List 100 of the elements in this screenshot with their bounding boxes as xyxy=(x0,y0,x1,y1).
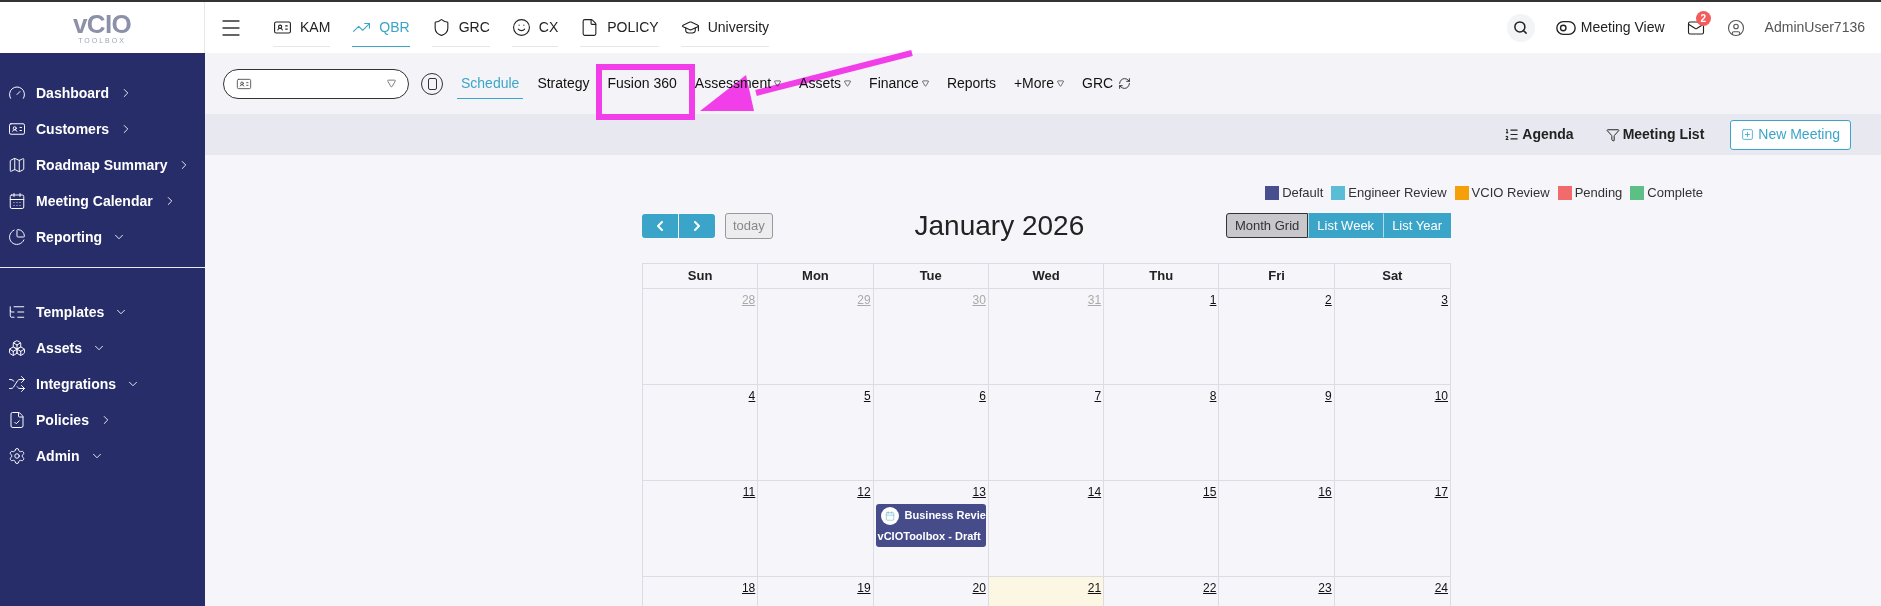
day-cell[interactable]: 24 xyxy=(1334,576,1450,606)
day-cell[interactable]: 7 xyxy=(988,384,1105,480)
view-button[interactable]: Month Grid xyxy=(1225,213,1309,238)
day-cell[interactable]: 17 xyxy=(1334,480,1450,576)
day-number[interactable]: 9 xyxy=(1325,386,1332,405)
map-icon xyxy=(8,156,26,174)
day-number[interactable]: 5 xyxy=(863,386,871,405)
day-cell[interactable]: 3 xyxy=(1334,288,1450,384)
previous-button[interactable] xyxy=(642,213,678,238)
meeting-view-toggle[interactable]: Meeting View xyxy=(1554,16,1665,39)
section-tab[interactable]: GRC xyxy=(1078,68,1136,99)
sidebar-item[interactable]: Reporting xyxy=(0,219,205,255)
section-tab[interactable]: Fusion 360 xyxy=(603,68,681,99)
day-cell[interactable]: 20 xyxy=(873,576,989,606)
section-tab[interactable]: Finance xyxy=(865,68,933,99)
section-tab[interactable]: Strategy xyxy=(533,68,594,99)
sidebar-item[interactable]: Roadmap Summary xyxy=(0,147,205,183)
day-number[interactable]: 13 xyxy=(972,482,986,501)
sidebar-item[interactable]: Customers xyxy=(0,111,205,147)
day-cell[interactable]: 13 Business Revie vCIOToolbox - Draft xyxy=(873,480,989,576)
day-cell[interactable]: 22 xyxy=(1104,576,1220,606)
day-cell[interactable]: 2 xyxy=(1219,288,1335,384)
sidebar-item[interactable]: Admin xyxy=(0,438,205,474)
day-cell[interactable]: 18 xyxy=(643,576,759,606)
sidebar-item[interactable]: Meeting Calendar xyxy=(0,183,205,219)
day-number[interactable]: 8 xyxy=(1209,386,1217,405)
caret-icon xyxy=(844,80,852,87)
day-number[interactable]: 1 xyxy=(1209,290,1217,309)
day-cell[interactable]: 16 xyxy=(1219,480,1335,576)
day-number[interactable]: 14 xyxy=(1087,482,1102,501)
legend-label: Default xyxy=(1282,184,1324,202)
weekday-header: Sat xyxy=(1381,266,1404,285)
day-number[interactable]: 15 xyxy=(1203,482,1217,501)
day-cell[interactable]: 4 xyxy=(643,384,759,480)
pie-chart-icon xyxy=(8,228,26,246)
sidebar-label: Assets xyxy=(36,338,82,358)
agenda-link[interactable]: Agenda xyxy=(1498,124,1580,145)
user-name[interactable]: AdminUser7136 xyxy=(1764,17,1865,38)
section-tab[interactable]: Assets xyxy=(795,68,856,99)
day-number[interactable]: 19 xyxy=(857,578,871,597)
filter-icon xyxy=(1605,127,1620,142)
next-button[interactable] xyxy=(679,213,715,238)
day-number[interactable]: 2 xyxy=(1325,290,1332,309)
meeting-list-link[interactable]: Meeting List xyxy=(1599,124,1711,145)
numbered-list-icon xyxy=(1504,127,1520,142)
day-cell[interactable]: 5 xyxy=(758,384,874,480)
day-cell[interactable]: 11 xyxy=(643,480,759,576)
day-cell[interactable]: 10 xyxy=(1334,384,1450,480)
day-number[interactable]: 4 xyxy=(748,386,756,405)
day-number[interactable]: 3 xyxy=(1441,290,1448,309)
day-cell[interactable]: 8 xyxy=(1104,384,1220,480)
day-number[interactable]: 17 xyxy=(1434,482,1448,501)
day-number[interactable]: 23 xyxy=(1318,578,1332,597)
calendar-event[interactable]: Business Revie vCIOToolbox - Draft xyxy=(875,503,986,547)
weekday-header: Fri xyxy=(1219,263,1335,288)
day-cell[interactable]: 6 xyxy=(873,384,989,480)
section-tab[interactable]: +More xyxy=(1009,68,1068,99)
module-tab[interactable]: CX xyxy=(511,8,559,47)
weekday-header: Thu xyxy=(1104,263,1220,288)
day-cell[interactable]: 23 xyxy=(1219,576,1335,606)
day-cell[interactable]: 21 xyxy=(988,576,1105,606)
day-number[interactable]: 12 xyxy=(857,482,871,501)
section-tab[interactable]: Reports xyxy=(942,68,1000,99)
day-number[interactable]: 6 xyxy=(979,386,986,405)
day-cell[interactable]: 1 xyxy=(1104,288,1220,384)
module-tab[interactable]: POLICY xyxy=(580,8,659,47)
module-tab[interactable]: University xyxy=(680,8,770,47)
day-cell[interactable]: 15 xyxy=(1104,480,1220,576)
legend-label: VCIO Review xyxy=(1471,184,1550,202)
day-number[interactable]: 16 xyxy=(1318,482,1332,501)
event-title: Business Revie xyxy=(904,508,986,524)
sidebar-item[interactable]: Assets xyxy=(0,330,205,366)
day-number[interactable]: 10 xyxy=(1434,386,1448,405)
day-cell[interactable]: 12 xyxy=(758,480,874,576)
day-cell[interactable]: 19 xyxy=(758,576,874,606)
sidebar-item[interactable]: Integrations xyxy=(0,366,205,402)
sidebar-item[interactable]: Templates xyxy=(0,294,205,330)
day-number[interactable]: 18 xyxy=(741,578,756,597)
boxes-icon xyxy=(8,339,26,357)
search-button[interactable] xyxy=(1506,13,1535,42)
shuffle-icon xyxy=(8,375,26,393)
day-number[interactable]: 7 xyxy=(1094,386,1102,405)
module-tab[interactable]: GRC xyxy=(431,8,490,47)
calendar-badge-icon xyxy=(880,506,899,525)
day-cell[interactable]: 14 xyxy=(988,480,1105,576)
weekday-header: Mon xyxy=(758,263,874,288)
day-number[interactable]: 11 xyxy=(742,482,756,501)
client-select[interactable] xyxy=(223,68,409,99)
day-number[interactable]: 20 xyxy=(972,578,986,597)
legend-label: Pending xyxy=(1574,184,1623,202)
sidebar-label: Admin xyxy=(36,446,80,466)
sidebar-item[interactable]: Policies xyxy=(0,402,205,438)
day-number[interactable]: 24 xyxy=(1434,578,1448,597)
day-number[interactable]: 22 xyxy=(1203,578,1217,597)
sidebar-label: Dashboard xyxy=(36,83,110,103)
day-number[interactable]: 21 xyxy=(1087,578,1102,597)
weekday-header: Sun xyxy=(643,263,759,288)
sidebar-item[interactable]: Dashboard xyxy=(0,75,205,111)
module-tab[interactable]: KAM xyxy=(273,8,331,47)
day-cell[interactable]: 9 xyxy=(1219,384,1335,480)
